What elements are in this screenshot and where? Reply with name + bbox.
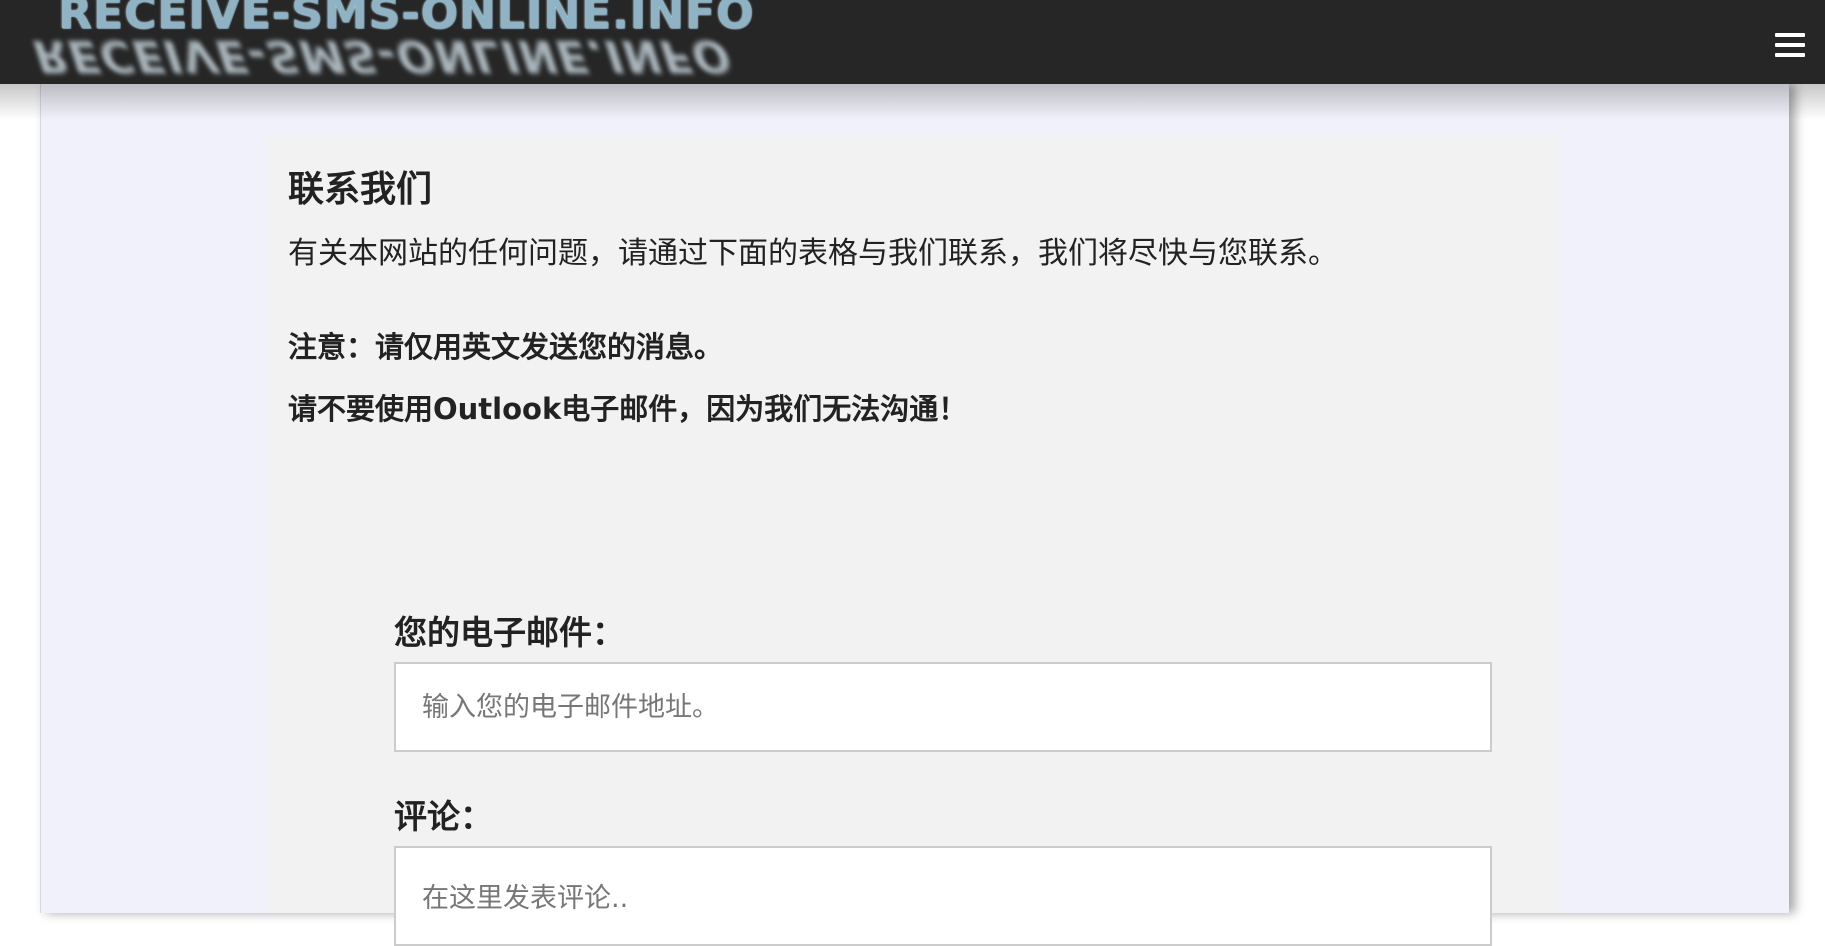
email-label: 您的电子邮件： xyxy=(394,613,625,652)
comment-label: 评论： xyxy=(394,797,493,836)
menu-icon-bar xyxy=(1775,33,1805,37)
site-logo-reflection: RECEIVE-SMS-ONLINE.INFO xyxy=(25,30,739,81)
email-input[interactable] xyxy=(394,662,1492,752)
comment-textarea[interactable] xyxy=(394,846,1492,946)
hamburger-menu-icon[interactable] xyxy=(1775,33,1805,61)
top-navigation-bar: RECEIVE-SMS-ONLINE.INFO RECEIVE-SMS-ONLI… xyxy=(0,0,1825,84)
english-only-notice: 注意：请仅用英文发送您的消息。 xyxy=(288,330,724,364)
page-title: 联系我们 xyxy=(288,169,433,210)
menu-icon-bar xyxy=(1775,43,1805,47)
contact-card: 联系我们 有关本网站的任何问题，请通过下面的表格与我们联系，我们将尽快与您联系。… xyxy=(268,136,1560,946)
menu-icon-bar xyxy=(1775,53,1805,57)
outlook-warning-notice: 请不要使用Outlook电子邮件，因为我们无法沟通！ xyxy=(288,392,968,426)
intro-text: 有关本网站的任何问题，请通过下面的表格与我们联系，我们将尽快与您联系。 xyxy=(288,236,1338,271)
